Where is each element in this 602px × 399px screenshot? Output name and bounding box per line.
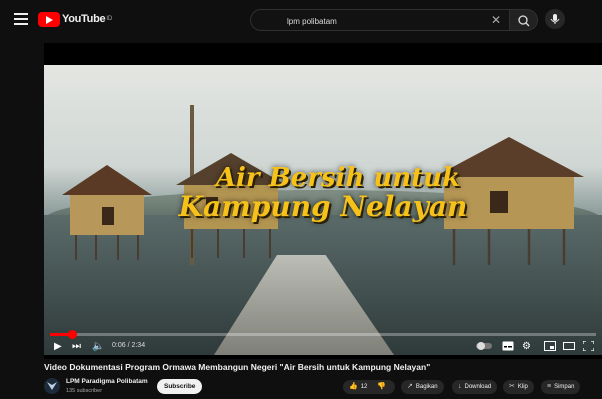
- progress-handle[interactable]: [67, 330, 77, 339]
- subtitles-icon[interactable]: [502, 341, 514, 355]
- clip-button[interactable]: ✂ Klip: [503, 380, 534, 394]
- miniplayer-icon[interactable]: [544, 341, 556, 355]
- clear-icon[interactable]: ✕: [491, 13, 501, 27]
- menu-icon[interactable]: [14, 13, 28, 25]
- search-icon: [518, 15, 530, 27]
- video-overlay-title: Air Bersih untuk Kampung Nelayan: [44, 165, 602, 221]
- subscribe-button[interactable]: Subscribe: [157, 379, 203, 394]
- scissors-icon: ✂: [509, 383, 515, 390]
- volume-icon[interactable]: 🔈: [92, 341, 104, 353]
- youtube-play-icon: [38, 11, 60, 27]
- share-button[interactable]: ↗ Bagikan: [401, 380, 444, 394]
- save-icon: ≡: [547, 383, 552, 390]
- overlay-line-1: Air Bersih untuk: [215, 163, 461, 193]
- overlay-line-2: Kampung Nelayan: [178, 190, 468, 223]
- save-label: Simpan: [554, 384, 575, 390]
- like-count[interactable]: 12: [361, 384, 368, 390]
- microphone-icon: [550, 14, 560, 24]
- download-button[interactable]: ↓ Download: [452, 380, 498, 394]
- search-button[interactable]: [510, 9, 538, 31]
- download-icon: ↓: [458, 383, 462, 390]
- channel-name[interactable]: LPM Paradigma Polibatam: [66, 378, 148, 385]
- logo-text: YouTube: [62, 13, 106, 25]
- theater-mode-icon[interactable]: [563, 341, 575, 355]
- like-dislike-group: 👍 12 👎: [343, 380, 395, 394]
- dislike-icon[interactable]: 👎: [377, 383, 386, 390]
- youtube-logo[interactable]: YouTube ID: [38, 11, 112, 27]
- video-player[interactable]: Air Bersih untuk Kampung Nelayan ▶ ⏭ 🔈 0…: [44, 43, 602, 359]
- search-box[interactable]: ✕: [250, 9, 510, 31]
- clip-label: Klip: [517, 384, 528, 390]
- progress-bar[interactable]: [50, 330, 596, 339]
- video-title: Video Dokumentasi Program Ormawa Membang…: [44, 362, 431, 372]
- logo-country-code: ID: [106, 16, 113, 22]
- player-controls: ▶ ⏭ 🔈 0:06 / 2:34 ⚙: [44, 339, 602, 357]
- search-input[interactable]: [285, 12, 479, 30]
- subscriber-count: 135 subscriber: [66, 388, 103, 394]
- settings-icon[interactable]: ⚙: [522, 341, 531, 353]
- share-label: Bagikan: [415, 384, 438, 390]
- like-icon[interactable]: 👍: [349, 383, 358, 390]
- download-label: Download: [464, 384, 492, 390]
- mic-button[interactable]: [545, 9, 565, 29]
- play-icon[interactable]: ▶: [54, 341, 62, 353]
- video-frame: Air Bersih untuk Kampung Nelayan: [44, 65, 602, 355]
- share-icon: ↗: [407, 383, 413, 390]
- next-icon[interactable]: ⏭: [72, 341, 81, 353]
- time-display: 0:06 / 2:34: [112, 342, 146, 349]
- autoplay-toggle-icon[interactable]: [476, 341, 492, 355]
- channel-avatar[interactable]: [44, 378, 60, 394]
- top-bar: YouTube ID ✕: [0, 0, 602, 40]
- save-button[interactable]: ≡ Simpan: [541, 380, 581, 394]
- fullscreen-icon[interactable]: [582, 340, 595, 355]
